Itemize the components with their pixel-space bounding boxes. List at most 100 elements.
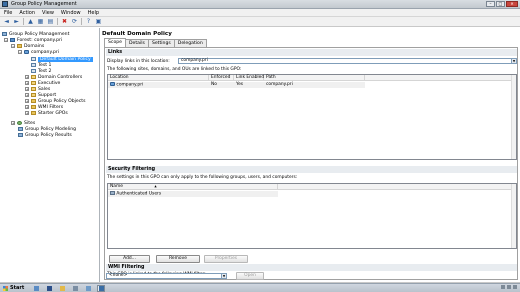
up-folder-icon[interactable]: ▲ xyxy=(27,18,34,25)
row-name: Authenticated Users xyxy=(108,191,161,197)
close-button[interactable]: ✕ xyxy=(506,1,518,7)
help-icon[interactable]: ? xyxy=(85,18,92,25)
display-links-label: Display links in this location: xyxy=(107,59,170,64)
menu-file[interactable]: File xyxy=(4,10,12,16)
expand-icon[interactable]: + xyxy=(25,87,29,91)
tree-node-group-policy-results[interactable]: Group Policy Results xyxy=(18,132,72,138)
tree-node-label: Sites xyxy=(24,120,36,126)
folder-icon xyxy=(31,99,36,103)
links-list-header: Location Enforced Link Enabled Path xyxy=(108,75,512,81)
start-label: Start xyxy=(10,285,25,291)
forward-icon[interactable]: ► xyxy=(13,18,20,25)
toolbar: ◄ ► ▲ ▦ ▤ ✖ ⟳ ? ▣ xyxy=(0,17,520,27)
expand-icon[interactable]: + xyxy=(25,81,29,85)
refresh-icon[interactable]: ⟳ xyxy=(71,18,78,25)
flag-icon[interactable] xyxy=(513,285,517,289)
expand-icon[interactable]: + xyxy=(25,105,29,109)
tab-delegation[interactable]: Delegation xyxy=(173,39,207,47)
links-scrollbar[interactable] xyxy=(511,75,516,159)
column-path[interactable]: Path xyxy=(264,75,365,81)
wmi-filtering-header: WMI Filtering xyxy=(106,264,517,271)
tree-node-label: Test 2 xyxy=(38,68,52,74)
properties-icon[interactable]: ▤ xyxy=(47,18,54,25)
gpo-link-icon xyxy=(31,57,36,61)
window-controls: – □ ✕ xyxy=(486,1,518,7)
console-tree: Group Policy Management − Forest: compan… xyxy=(0,28,100,282)
collapse-icon[interactable]: − xyxy=(11,44,15,48)
links-location-select[interactable]: company.pri ▼ xyxy=(178,58,517,64)
expand-icon[interactable]: + xyxy=(11,121,15,125)
open-wmi-button[interactable]: Open xyxy=(236,272,264,280)
links-list[interactable]: Location Enforced Link Enabled Path comp… xyxy=(107,74,517,160)
menu-view[interactable]: View xyxy=(42,10,54,16)
ou-icon xyxy=(31,93,36,97)
remove-button[interactable]: Remove xyxy=(156,255,200,263)
sort-ascending-icon: ▲ xyxy=(154,184,157,188)
chevron-down-icon[interactable]: ▼ xyxy=(511,59,516,63)
column-link-enabled[interactable]: Link Enabled xyxy=(234,75,264,81)
network-icon[interactable] xyxy=(501,285,505,289)
taskbar-gpmc[interactable] xyxy=(97,284,106,292)
wmi-filter-select[interactable]: <none> ▼ xyxy=(106,273,227,279)
tab-scope[interactable]: Scope xyxy=(104,38,126,47)
menu-window[interactable]: Window xyxy=(61,10,81,16)
table-row[interactable]: Authenticated Users xyxy=(108,191,278,197)
taskbar-aduc[interactable] xyxy=(84,285,92,292)
delete-icon[interactable]: ✖ xyxy=(61,18,68,25)
server-manager-icon xyxy=(33,285,39,291)
add-button[interactable]: Add... xyxy=(109,255,150,263)
user-group-icon xyxy=(110,191,115,195)
title-bar: Group Policy Management – □ ✕ xyxy=(0,0,520,9)
security-scrollbar[interactable] xyxy=(511,184,516,248)
tree-node-company-pri[interactable]: − company.pri xyxy=(18,49,59,55)
scope-tab-panel: Links Display links in this location: co… xyxy=(104,47,518,280)
table-row[interactable]: company.pri No Yes company.pri xyxy=(108,82,365,88)
taskbar-powershell[interactable] xyxy=(45,285,53,292)
security-list-header: Name ▲ xyxy=(108,184,512,190)
gpo-link-icon xyxy=(31,69,36,73)
expand-icon[interactable]: + xyxy=(25,111,29,115)
maximize-button[interactable]: □ xyxy=(496,1,505,7)
tab-settings[interactable]: Settings xyxy=(147,39,175,47)
toolbar-separator xyxy=(81,18,82,25)
minimize-button[interactable]: – xyxy=(486,1,495,7)
forest-icon xyxy=(10,38,15,42)
back-icon[interactable]: ◄ xyxy=(3,18,10,25)
taskbar-server-manager[interactable] xyxy=(32,285,40,292)
tab-details[interactable]: Details xyxy=(125,39,149,47)
volume-icon[interactable] xyxy=(507,285,511,289)
column-enforced[interactable]: Enforced xyxy=(209,75,234,81)
column-location[interactable]: Location xyxy=(108,75,209,81)
expand-icon[interactable]: + xyxy=(25,93,29,97)
security-description: The settings in this GPO can only apply … xyxy=(107,175,298,180)
toolbar-separator xyxy=(57,18,58,25)
expand-icon[interactable]: + xyxy=(25,99,29,103)
gpmc-icon xyxy=(2,32,7,36)
tree-node-starter-gpos[interactable]: + Starter GPOs xyxy=(25,110,68,116)
start-button[interactable]: Start xyxy=(0,284,27,292)
tree-node-label: company.pri xyxy=(31,49,60,55)
taskbar-mmc[interactable] xyxy=(71,285,79,292)
expand-icon[interactable]: + xyxy=(25,75,29,79)
column-name-label: Name xyxy=(110,184,123,189)
toolbar-separator xyxy=(23,18,24,25)
tree-node-label: Support xyxy=(38,92,57,98)
tree-node-label: Group Policy Modeling xyxy=(25,126,77,132)
collapse-icon[interactable]: − xyxy=(4,38,8,42)
folder-icon xyxy=(31,111,36,115)
collapse-icon[interactable]: − xyxy=(18,50,22,54)
column-name[interactable]: Name ▲ xyxy=(108,184,278,190)
ou-icon xyxy=(31,81,36,85)
taskbar: Start xyxy=(0,283,520,292)
tree-node-label: Group Policy Results xyxy=(25,132,72,138)
chevron-down-icon[interactable]: ▼ xyxy=(221,274,226,278)
menu-action[interactable]: Action xyxy=(19,10,35,16)
properties-button[interactable]: Properties xyxy=(204,255,248,263)
menu-bar: File Action View Window Help xyxy=(0,9,520,17)
console-icon[interactable]: ▣ xyxy=(95,18,102,25)
menu-help[interactable]: Help xyxy=(88,10,99,16)
windows-logo-icon xyxy=(3,285,8,291)
taskbar-explorer[interactable] xyxy=(58,285,66,292)
show-hide-tree-icon[interactable]: ▦ xyxy=(37,18,44,25)
security-filter-list[interactable]: Name ▲ Authenticated Users xyxy=(107,183,517,249)
